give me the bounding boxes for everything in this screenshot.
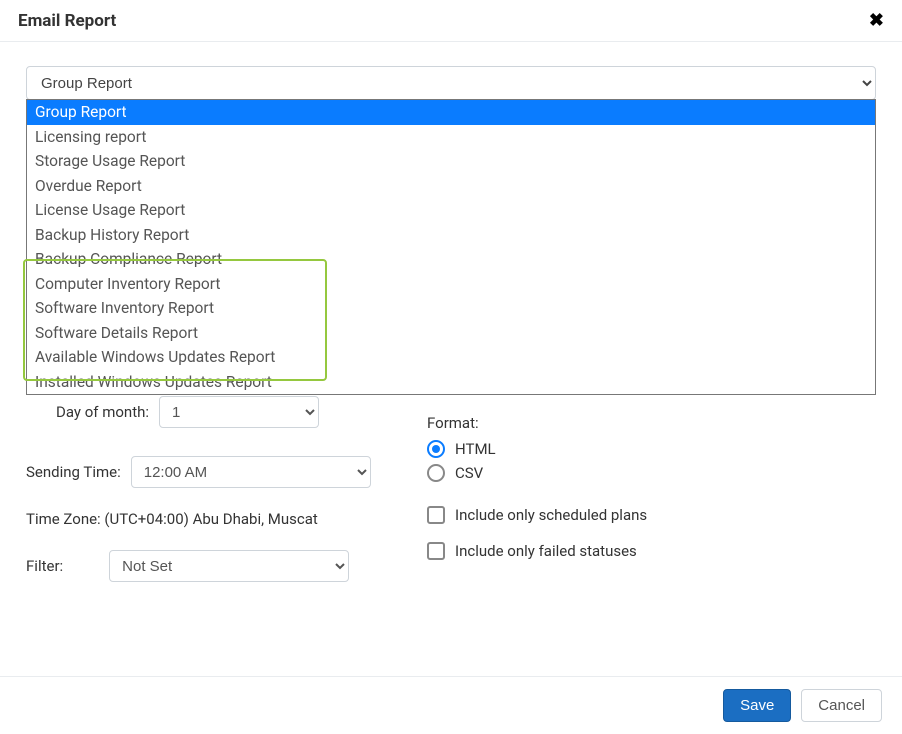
dialog-header: Email Report ✖ [0, 0, 902, 42]
dropdown-option[interactable]: Licensing report [27, 125, 875, 150]
dropdown-option[interactable]: Storage Usage Report [27, 149, 875, 174]
include-scheduled-checkbox[interactable] [427, 506, 445, 524]
filter-select[interactable]: Not Set [109, 550, 349, 582]
format-html-label: HTML [455, 440, 496, 458]
day-of-month-select[interactable]: 1 [159, 396, 319, 428]
dropdown-option[interactable]: Group Report [27, 100, 875, 125]
dropdown-option[interactable]: Installed Windows Updates Report [27, 370, 875, 395]
dropdown-option[interactable]: Software Inventory Report [27, 296, 875, 321]
sending-time-select[interactable]: 12:00 AM [131, 456, 371, 488]
include-failed-label: Include only failed statuses [455, 542, 637, 560]
format-label: Format: [427, 414, 876, 432]
include-failed-checkbox[interactable] [427, 542, 445, 560]
dropdown-option[interactable]: Backup History Report [27, 223, 875, 248]
report-type-dropdown: Group Report Licensing report Storage Us… [26, 99, 876, 395]
filter-label: Filter: [26, 557, 63, 575]
format-csv-radio[interactable] [427, 464, 445, 482]
dialog-title: Email Report [18, 11, 116, 31]
day-of-month-label: Day of month: [56, 403, 149, 421]
dropdown-option[interactable]: Overdue Report [27, 174, 875, 199]
save-button[interactable]: Save [723, 689, 791, 722]
format-html-radio[interactable] [427, 440, 445, 458]
dropdown-option[interactable]: Computer Inventory Report [27, 272, 875, 297]
dropdown-option[interactable]: Backup Compliance Report [27, 247, 875, 272]
include-scheduled-label: Include only scheduled plans [455, 506, 647, 524]
dropdown-option[interactable]: Software Details Report [27, 321, 875, 346]
sending-time-label: Sending Time: [26, 463, 121, 481]
dropdown-option[interactable]: License Usage Report [27, 198, 875, 223]
time-zone-text: Time Zone: (UTC+04:00) Abu Dhabi, Muscat [26, 510, 318, 528]
close-icon[interactable]: ✖ [869, 10, 884, 31]
dialog-footer: Save Cancel [0, 676, 902, 734]
cancel-button[interactable]: Cancel [801, 689, 882, 722]
format-csv-label: CSV [455, 464, 483, 482]
report-type-select[interactable]: Group Report [26, 66, 876, 100]
dropdown-option[interactable]: Available Windows Updates Report [27, 345, 875, 370]
